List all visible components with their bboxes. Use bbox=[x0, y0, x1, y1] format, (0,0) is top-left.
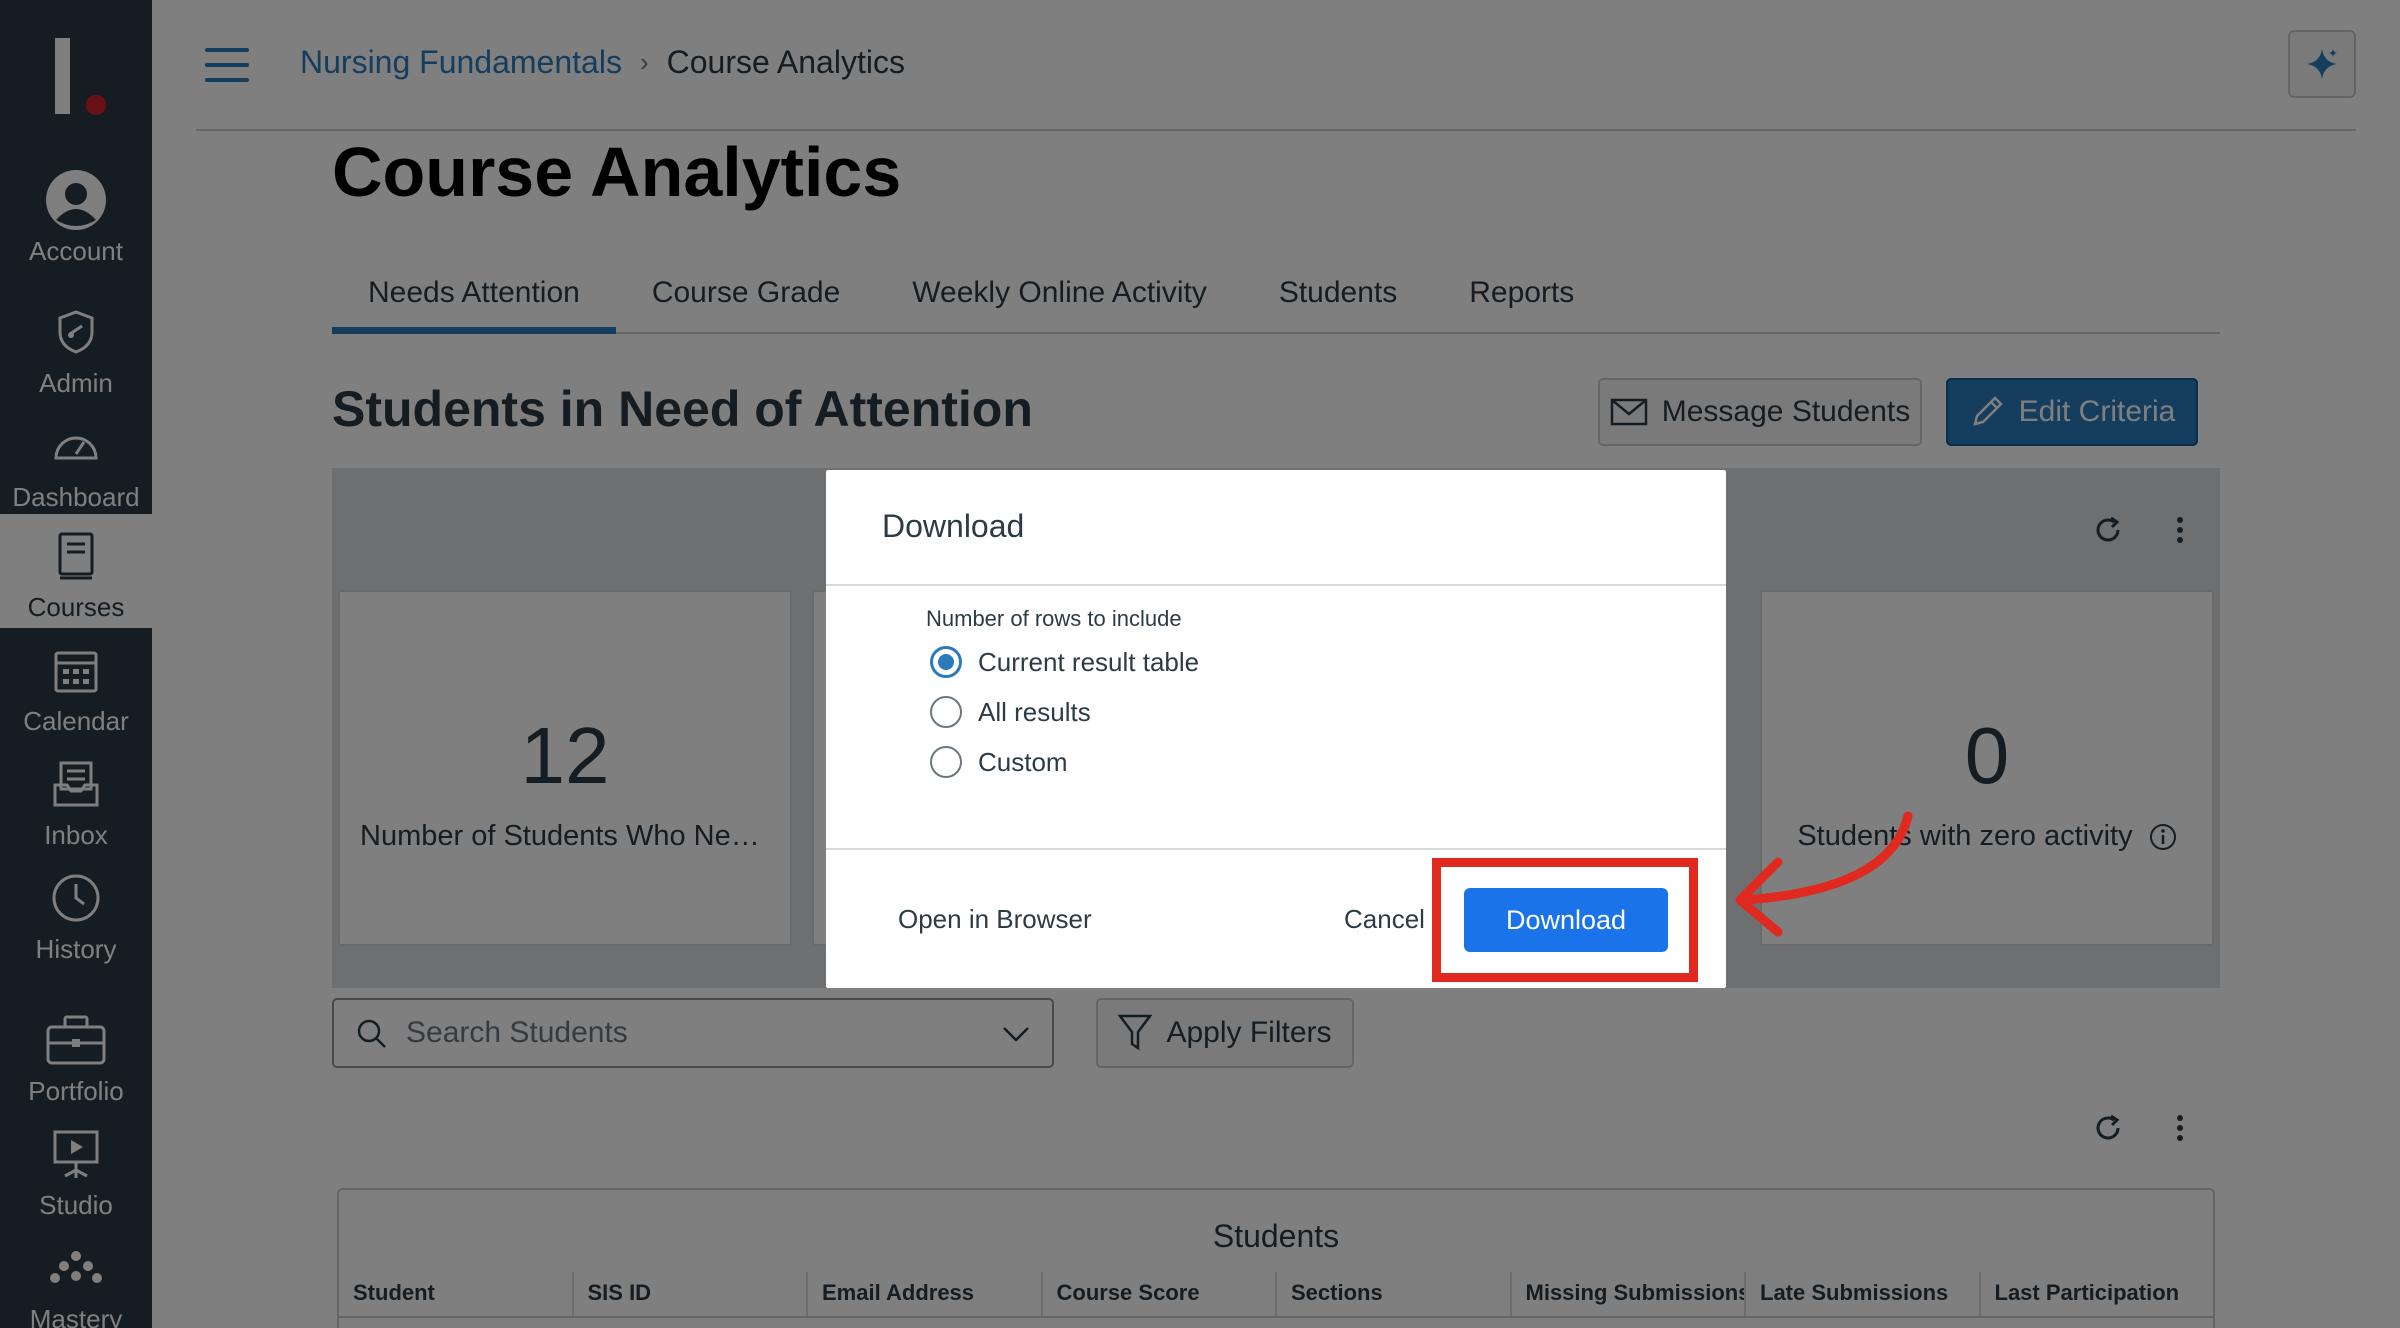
dialog-divider bbox=[826, 584, 1726, 586]
annotation-arrow-icon bbox=[1735, 811, 1913, 937]
radio-label: Current result table bbox=[978, 646, 1200, 677]
rows-legend: Number of rows to include bbox=[926, 606, 1182, 631]
cancel-button[interactable]: Cancel bbox=[1344, 904, 1425, 935]
highlight-box bbox=[1432, 858, 1698, 982]
radio-label: All results bbox=[978, 696, 1091, 727]
open-in-browser-button[interactable]: Open in Browser bbox=[898, 904, 1092, 935]
radio-button[interactable] bbox=[930, 646, 962, 678]
radio-label: Custom bbox=[978, 746, 1068, 777]
radio-current-result-table[interactable]: Current result table bbox=[930, 646, 1199, 678]
dialog-title: Download bbox=[882, 508, 1025, 544]
radio-all-results[interactable]: All results bbox=[930, 696, 1091, 728]
radio-button[interactable] bbox=[930, 696, 962, 728]
radio-custom[interactable]: Custom bbox=[930, 746, 1068, 778]
dialog-footer-divider bbox=[826, 848, 1726, 850]
radio-button[interactable] bbox=[930, 746, 962, 778]
